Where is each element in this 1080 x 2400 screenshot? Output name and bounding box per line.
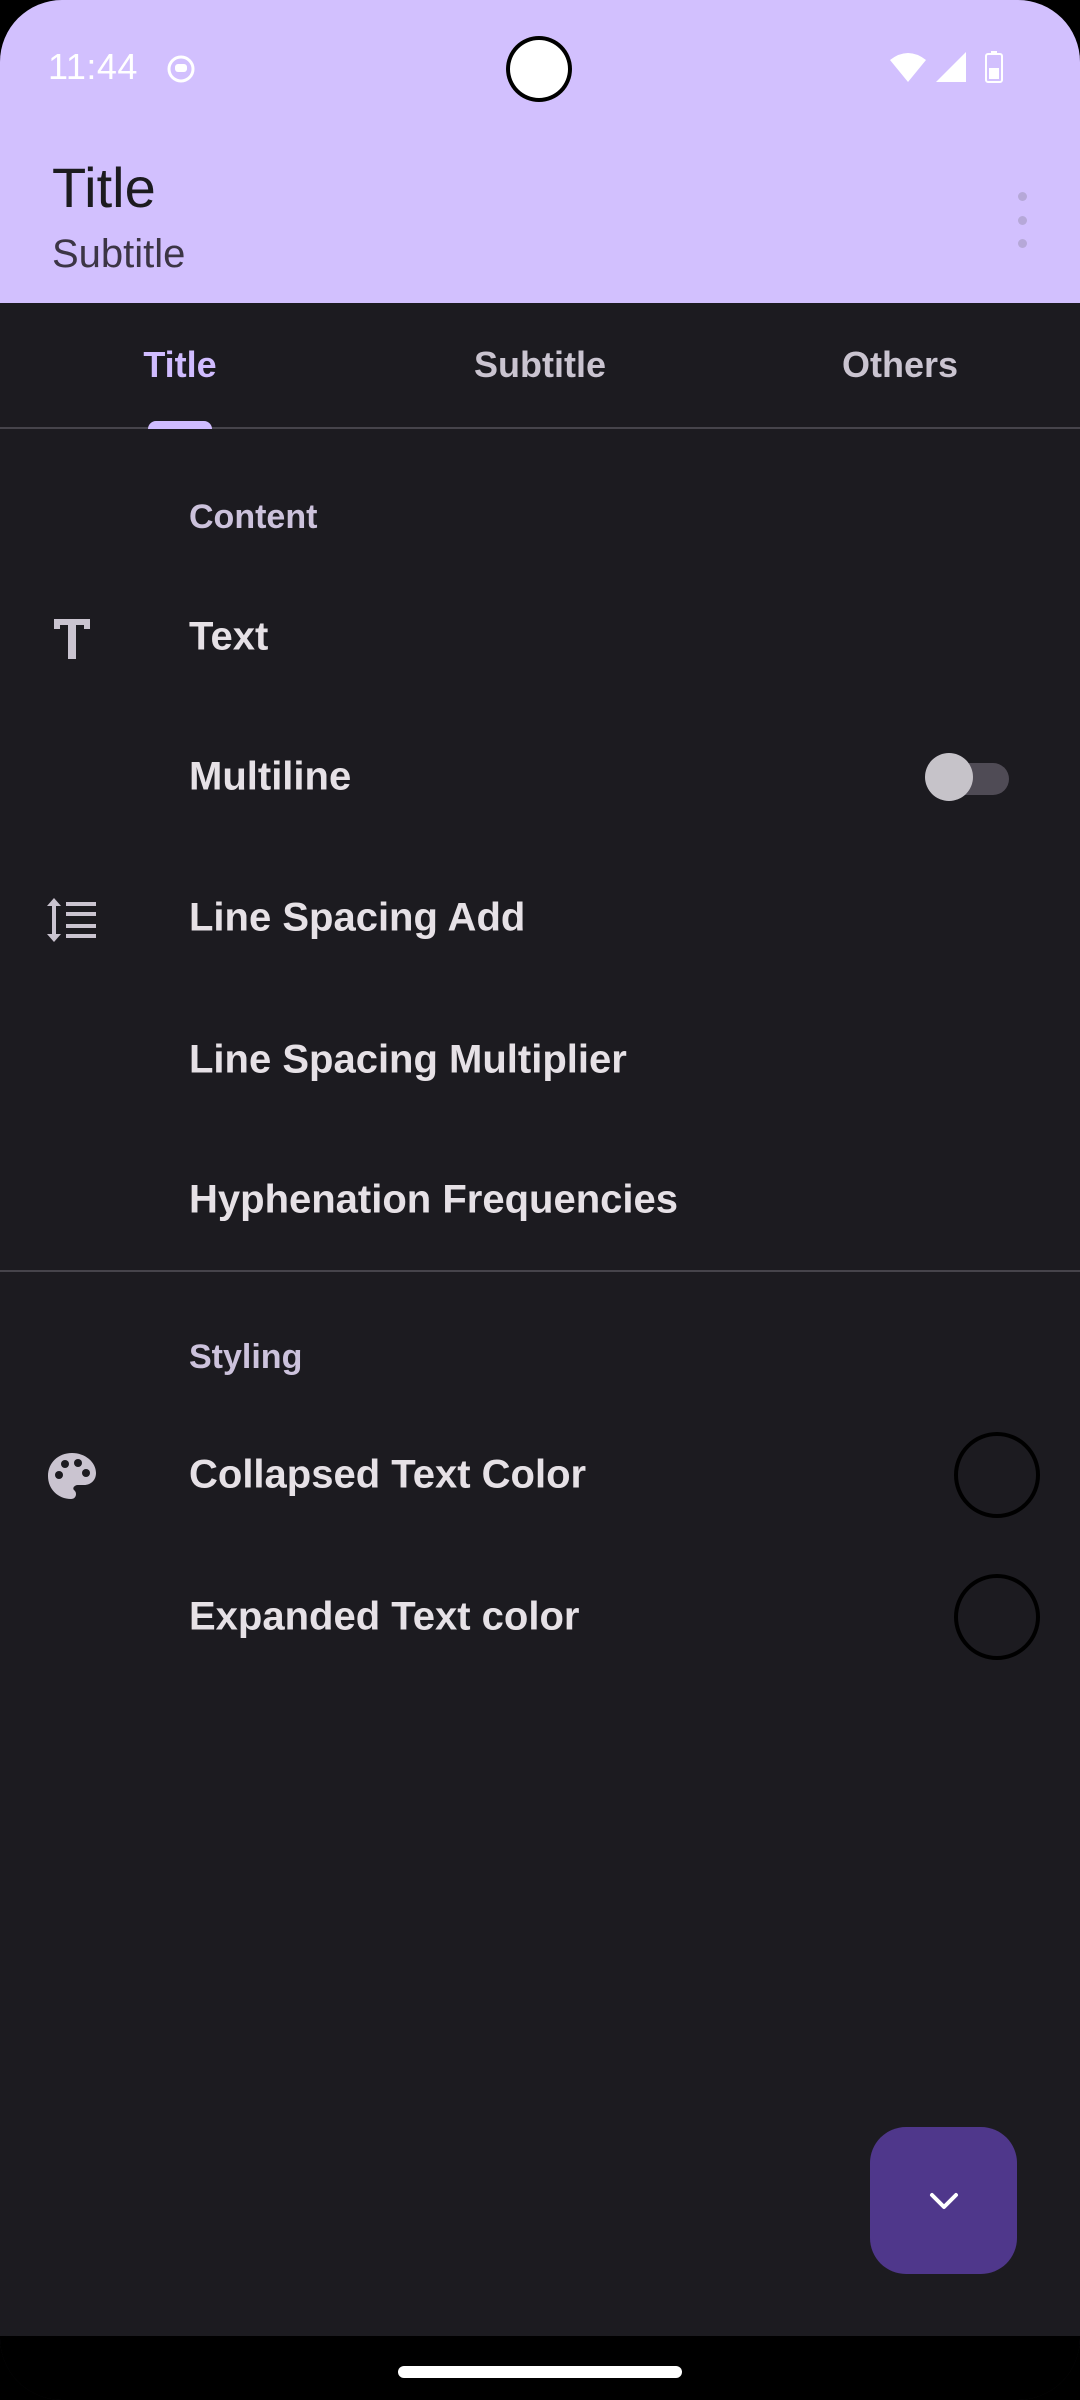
setting-label-multiline: Multiline	[189, 754, 352, 799]
section-divider	[0, 1270, 1080, 1272]
notification-app-icon	[167, 55, 195, 83]
setting-row-text[interactable]: Text	[0, 567, 1080, 707]
multiline-switch[interactable]	[925, 753, 1009, 801]
tab-indicator	[148, 421, 212, 429]
tab-bar: Title Subtitle Others	[0, 303, 1080, 429]
status-time: 11:44	[48, 46, 138, 87]
app-subtitle: Subtitle	[52, 232, 186, 276]
section-header-content: Content	[189, 498, 318, 536]
setting-label-line-spacing-multiplier: Line Spacing Multiplier	[189, 1037, 627, 1082]
text-format-icon	[54, 619, 90, 659]
expanded-color-swatch[interactable]	[954, 1574, 1040, 1660]
status-icons	[890, 51, 1003, 83]
tab-others[interactable]: Others	[720, 303, 1080, 427]
chevron-down-icon	[929, 2192, 958, 2209]
signal-icon	[936, 52, 966, 82]
setting-row-line-spacing-add[interactable]: Line Spacing Add	[0, 848, 1080, 988]
palette-icon	[48, 1453, 96, 1499]
setting-row-line-spacing-multiplier[interactable]: Line Spacing Multiplier	[0, 990, 1080, 1130]
switch-thumb	[925, 753, 973, 801]
setting-row-multiline[interactable]: Multiline	[0, 707, 1080, 847]
collapse-fab-button[interactable]	[870, 2127, 1017, 2274]
camera-cutout	[506, 36, 572, 102]
tab-title-label: Title	[143, 344, 217, 385]
battery-icon	[985, 51, 1003, 83]
tab-title[interactable]: Title	[0, 303, 360, 427]
section-header-styling: Styling	[189, 1338, 303, 1376]
setting-row-collapsed-text-color[interactable]: Collapsed Text Color	[0, 1405, 1080, 1545]
tab-others-label: Others	[841, 344, 959, 385]
system-nav-bar	[0, 2336, 1080, 2400]
setting-label-collapsed-text-color: Collapsed Text Color	[189, 1452, 587, 1497]
setting-label-text: Text	[189, 614, 269, 659]
tab-subtitle-label: Subtitle	[474, 344, 606, 385]
app-bar: 11:44 Title Subtitle	[0, 0, 1080, 303]
app-title: Title	[52, 156, 156, 219]
setting-label-expanded-text-color: Expanded Text color	[189, 1594, 580, 1639]
overflow-dot-icon	[1017, 192, 1027, 201]
overflow-menu-button[interactable]	[1000, 192, 1044, 248]
overflow-dot-icon	[1017, 239, 1027, 248]
overflow-dot-icon	[1017, 215, 1027, 225]
setting-row-hyphenation[interactable]: Hyphenation Frequencies	[0, 1130, 1080, 1270]
home-indicator[interactable]	[398, 2366, 682, 2378]
wifi-icon	[890, 53, 926, 82]
line-spacing-icon	[47, 898, 96, 942]
setting-label-hyphenation: Hyphenation Frequencies	[189, 1177, 678, 1222]
tab-subtitle[interactable]: Subtitle	[360, 303, 720, 427]
setting-row-expanded-text-color[interactable]: Expanded Text color	[0, 1547, 1080, 1687]
collapsed-color-swatch[interactable]	[954, 1432, 1040, 1518]
app-screen: 11:44 Title Subtitle Title Subtitle Othe…	[0, 0, 1080, 2400]
setting-label-line-spacing-add: Line Spacing Add	[189, 895, 526, 940]
